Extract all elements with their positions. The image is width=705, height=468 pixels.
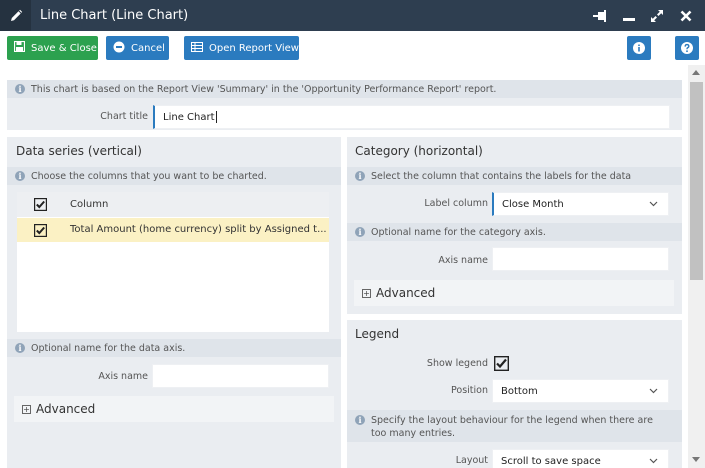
show-legend-checkbox[interactable]: [493, 355, 510, 372]
intro-info-bar: i This chart is based on the Report View…: [7, 80, 682, 98]
row-label: Total Amount (home currency) split by As…: [70, 224, 327, 235]
show-legend-label: Show legend: [426, 358, 488, 369]
info-icon: i: [355, 171, 365, 181]
save-icon: [13, 40, 26, 55]
category-heading: Category (horizontal): [355, 144, 483, 158]
legend-layout-info-bar: i Specify the layout behaviour for the l…: [347, 410, 682, 442]
close-icon[interactable]: [678, 8, 694, 24]
dialog-content: i This chart is based on the Report View…: [0, 65, 688, 468]
expand-icon: +: [22, 404, 31, 414]
cancel-icon: [113, 41, 125, 56]
select-all-checkbox[interactable]: [34, 198, 48, 212]
chart-title-input[interactable]: Line Chart: [153, 105, 670, 129]
intro-info-text: This chart is based on the Report View '…: [31, 83, 497, 95]
table-icon: [191, 41, 203, 55]
scroll-up-icon[interactable]: [692, 70, 700, 75]
data-axis-info-text: Optional name for the data axis.: [31, 342, 186, 354]
legend-layout-info-text: Specify the layout behaviour for the leg…: [371, 415, 653, 439]
data-series-heading: Data series (vertical): [16, 144, 142, 158]
layout-label: Layout: [455, 455, 488, 466]
help-button[interactable]: [675, 36, 699, 60]
label-column-select[interactable]: Close Month: [492, 192, 669, 216]
category-axis-info-text: Optional name for the category axis.: [371, 226, 546, 238]
open-report-view-button[interactable]: Open Report View: [184, 36, 299, 60]
info-icon: i: [15, 343, 25, 353]
info-icon: i: [355, 227, 365, 237]
pin-icon[interactable]: [592, 8, 608, 24]
chevron-down-icon: [649, 386, 658, 398]
category-axis-info-bar: i Optional name for the category axis.: [347, 223, 682, 241]
window-title: Line Chart (Line Chart): [40, 8, 189, 23]
row-checkbox[interactable]: [34, 224, 48, 238]
info-icon: i: [15, 84, 25, 94]
help-icon: [681, 39, 693, 58]
data-series-advanced-label: Advanced: [36, 402, 96, 416]
column-list-row[interactable]: Total Amount (home currency) split by As…: [17, 218, 329, 242]
text-cursor: [215, 111, 217, 123]
pencil-icon: [0, 0, 31, 31]
chevron-down-icon: [649, 199, 658, 211]
column-list-header: Column: [17, 192, 329, 217]
info-icon: i: [15, 171, 25, 181]
data-series-info-text: Choose the columns that you want to be c…: [31, 170, 267, 182]
save-close-label: Save & Close: [31, 42, 97, 54]
info-icon: i: [355, 415, 365, 425]
data-axis-name-label: Axis name: [98, 371, 148, 382]
minimize-icon[interactable]: [621, 8, 637, 24]
layout-select[interactable]: Scroll to save space: [492, 449, 669, 468]
category-axis-name-label: Axis name: [438, 255, 488, 266]
data-axis-info-bar: i Optional name for the data axis.: [7, 339, 341, 357]
category-advanced-label: Advanced: [376, 286, 436, 300]
column-header-label: Column: [70, 199, 109, 210]
info-icon: [633, 39, 645, 58]
data-axis-name-input[interactable]: [152, 364, 329, 388]
category-info-text: Select the column that contains the labe…: [371, 170, 632, 182]
open-report-view-label: Open Report View: [209, 42, 299, 54]
data-series-info-bar: i Choose the columns that you want to be…: [7, 167, 341, 185]
cancel-button[interactable]: Cancel: [106, 36, 169, 60]
info-button[interactable]: [627, 36, 651, 60]
chart-title-label: Chart title: [100, 111, 148, 122]
vertical-scrollbar[interactable]: [688, 65, 705, 468]
category-axis-name-input[interactable]: [492, 247, 669, 271]
maximize-icon[interactable]: [649, 8, 665, 24]
label-column-value: Close Month: [502, 198, 564, 210]
label-column-label: Label column: [424, 198, 488, 209]
expand-icon: +: [362, 288, 371, 298]
position-label: Position: [451, 385, 488, 396]
cancel-label: Cancel: [131, 42, 165, 54]
save-close-button[interactable]: Save & Close: [7, 36, 98, 60]
toolbar: Save & Close Cancel Open Report View: [0, 31, 705, 65]
position-value: Bottom: [501, 385, 538, 397]
chevron-down-icon: [649, 456, 658, 468]
category-info-bar: i Select the column that contains the la…: [347, 167, 682, 185]
data-series-advanced-toggle[interactable]: + Advanced: [14, 396, 334, 422]
chart-title-value: Line Chart: [163, 111, 215, 123]
legend-heading: Legend: [355, 327, 400, 341]
scrollbar-thumb[interactable]: [690, 82, 703, 280]
category-advanced-toggle[interactable]: + Advanced: [354, 280, 674, 306]
position-select[interactable]: Bottom: [492, 379, 669, 403]
window-titlebar: Line Chart (Line Chart): [0, 0, 705, 31]
column-list: Column Total Amount (home currency) spli…: [17, 192, 329, 332]
layout-value: Scroll to save space: [501, 455, 601, 467]
scroll-down-icon[interactable]: [692, 457, 700, 462]
